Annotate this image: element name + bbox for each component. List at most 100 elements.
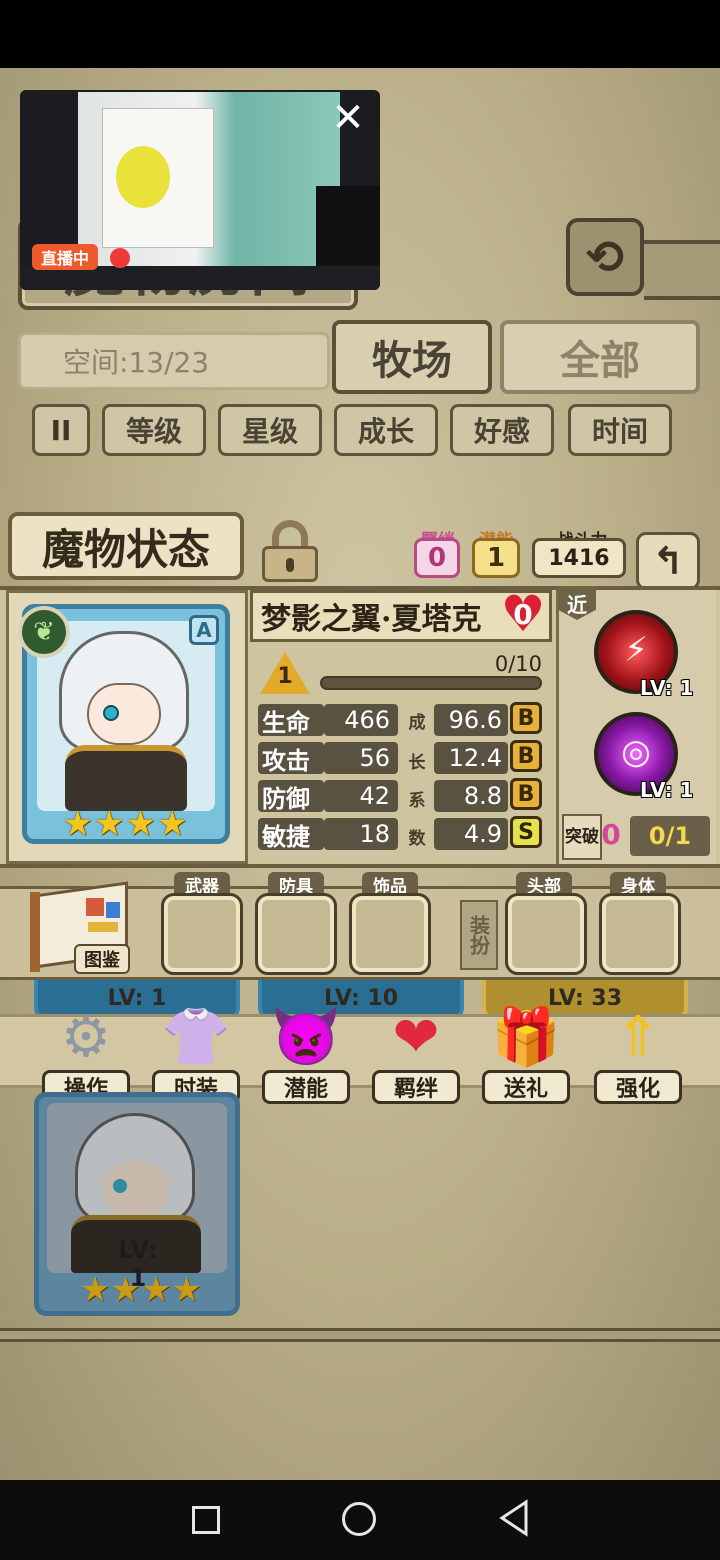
growth-value: 96.6 xyxy=(434,704,508,736)
room-back-button[interactable]: ⟲ xyxy=(566,218,644,296)
accessory-slot-label: 饰品 xyxy=(362,872,418,897)
level-icon: 1 xyxy=(260,652,310,698)
header-strip xyxy=(644,240,720,300)
potential-badge: 1 xyxy=(472,538,520,578)
growth-label: 数 xyxy=(408,829,426,849)
potential-action-label: 潜能 xyxy=(262,1070,350,1104)
bond-badge: 0 xyxy=(414,538,460,578)
stat-value: 56 xyxy=(324,742,398,774)
panel-bottom-border xyxy=(0,1328,720,1342)
tab-all[interactable]: 全部 xyxy=(500,320,700,394)
weapon-slot[interactable] xyxy=(161,893,243,975)
star-icon: ★ xyxy=(110,1270,141,1310)
triangle-back-icon xyxy=(499,1499,528,1537)
enhance-button[interactable]: ⇑ 强化 xyxy=(588,996,688,1106)
stat-value: 42 xyxy=(324,780,398,812)
space-counter: 空间:13/23 xyxy=(18,332,330,390)
bond-action-label: 羁绊 xyxy=(372,1070,460,1104)
skill-level: LV: 1 xyxy=(640,676,694,700)
growth-value: 12.4 xyxy=(434,742,508,774)
weapon-slot-label: 武器 xyxy=(174,872,230,897)
demon-icon: 👿 xyxy=(271,1005,341,1070)
sort-star-button[interactable]: 星级 xyxy=(218,404,322,456)
space-label: 空间:13/23 xyxy=(63,346,210,379)
sort-affection-button[interactable]: 好感 xyxy=(450,404,554,456)
status-return-button[interactable]: ↰ xyxy=(636,532,700,590)
video-yellow-shape xyxy=(116,146,170,208)
enhance-label: 强化 xyxy=(594,1070,682,1104)
encyclopedia-button[interactable]: 图鉴 xyxy=(74,944,130,974)
body-slot-label: 身体 xyxy=(610,872,666,897)
recents-button[interactable] xyxy=(186,1498,226,1542)
close-icon[interactable]: ✕ xyxy=(326,98,370,142)
tab-ranch[interactable]: 牧场 xyxy=(332,320,492,394)
exp-text: 0/10 xyxy=(494,652,542,676)
potential-button[interactable]: 👿 潜能 xyxy=(256,996,356,1106)
gift-button[interactable]: 🎁 送礼 xyxy=(476,996,576,1106)
gift-label: 送礼 xyxy=(482,1070,570,1104)
growth-label: 成 xyxy=(408,713,426,733)
accessory-slot[interactable] xyxy=(349,893,431,975)
exp-bar xyxy=(320,676,542,690)
star-icon: ★ xyxy=(62,804,94,844)
grade-badge: A xyxy=(189,615,219,645)
sort-growth-button[interactable]: 成长 xyxy=(334,404,438,456)
breakthrough-progress: 0/1 xyxy=(630,816,710,856)
star-icon: ★ xyxy=(80,1270,111,1310)
sort-level-button[interactable]: 等级 xyxy=(102,404,206,456)
square-icon xyxy=(192,1506,220,1534)
growth-value: 8.8 xyxy=(434,780,508,812)
monster-list-stars: ★★★★ xyxy=(80,1270,202,1310)
sort-time-button[interactable]: 时间 xyxy=(568,404,672,456)
level-value: 1 xyxy=(277,664,293,689)
star-icon: ★ xyxy=(125,804,156,844)
status-bar xyxy=(0,0,720,68)
gear-icon: ⚙ xyxy=(60,1004,112,1070)
stat-label: 攻击 xyxy=(258,742,324,775)
hearts-icon: ❤ xyxy=(392,1004,440,1070)
stat-label: 敏捷 xyxy=(258,818,324,851)
affection-value: 0 xyxy=(513,598,533,631)
leaf-icon: ❦ xyxy=(18,606,70,658)
sort-toggle-button[interactable]: II xyxy=(32,404,90,456)
breakthrough-label: 突破 xyxy=(562,814,602,860)
star-icon: ★ xyxy=(140,1270,172,1310)
stat-label: 生命 xyxy=(258,704,324,737)
growth-label: 长 xyxy=(408,753,426,773)
star-icon: ★ xyxy=(94,804,125,844)
stat-label: 防御 xyxy=(258,780,324,813)
eye-icon xyxy=(103,705,119,721)
outfit-icon: 👚 xyxy=(161,1005,231,1070)
fashion-button[interactable]: 👚 时装 xyxy=(146,996,246,1106)
operate-button[interactable]: ⚙ 操作 xyxy=(36,996,136,1106)
growth-value: 4.9 xyxy=(434,818,508,850)
stat-value: 18 xyxy=(324,818,398,850)
rank-badge: S xyxy=(510,816,542,848)
body-slot[interactable] xyxy=(599,893,681,975)
head-slot-label: 头部 xyxy=(516,872,572,897)
skill-level: LV: 1 xyxy=(640,778,694,802)
monster-portrait xyxy=(37,621,215,811)
star-icon: ★ xyxy=(171,1270,202,1310)
bond-button[interactable]: ❤ 羁绊 xyxy=(366,996,466,1106)
gift-icon: 🎁 xyxy=(491,1005,561,1070)
star-rating: ★ ★ ★ ★ xyxy=(62,804,188,846)
live-badge: 直播中 xyxy=(32,244,98,270)
power-badge: 1416 xyxy=(532,538,626,578)
head-slot[interactable] xyxy=(505,893,587,975)
rank-badge: B xyxy=(510,740,542,772)
back-button[interactable] xyxy=(494,1498,534,1542)
rank-badge: B xyxy=(510,778,542,810)
growth-label: 系 xyxy=(408,791,426,811)
home-button[interactable] xyxy=(340,1498,380,1542)
armor-slot[interactable] xyxy=(255,893,337,975)
breakthrough-count: 0 xyxy=(601,818,621,851)
monster-name: 梦影之翼·夏塔克 xyxy=(261,602,482,637)
stat-value: 466 xyxy=(324,704,398,736)
star-icon: ★ xyxy=(156,804,188,844)
circle-icon xyxy=(342,1502,376,1536)
dress-up-label: 装扮 xyxy=(460,900,498,970)
upgrade-arrows-icon: ⇑ xyxy=(614,1004,662,1070)
lock-icon[interactable] xyxy=(260,520,320,582)
monster-status-title: 魔物状态 xyxy=(8,512,244,580)
